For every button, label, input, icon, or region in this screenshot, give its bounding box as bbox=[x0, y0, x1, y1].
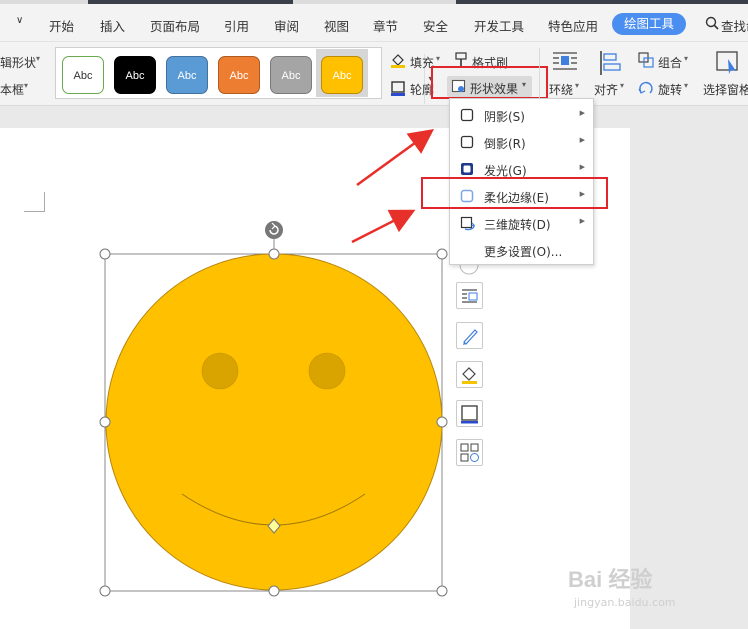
pen-icon bbox=[463, 329, 478, 345]
annotation-arrow-soft-edges bbox=[351, 209, 416, 244]
fill-bucket-icon bbox=[462, 367, 477, 384]
side-wrap-button[interactable] bbox=[456, 282, 483, 309]
submenu-arrow-icon: ▶ bbox=[579, 163, 585, 171]
reflection-square-icon bbox=[460, 135, 474, 149]
menu-item-label: 三维旋转(D) bbox=[484, 218, 551, 232]
side-fill-button[interactable] bbox=[456, 361, 483, 388]
menu-item-reflection[interactable]: 倒影(R) ▶ bbox=[450, 129, 593, 155]
rotate-handle-icon[interactable] bbox=[265, 221, 283, 239]
side-edit-button[interactable] bbox=[456, 322, 483, 349]
shadow-square-icon bbox=[460, 108, 474, 122]
outline-square-icon bbox=[461, 405, 478, 424]
side-more-button[interactable] bbox=[456, 439, 483, 466]
layout-grid-icon bbox=[460, 443, 479, 462]
canvas-overlay bbox=[99, 129, 479, 597]
glow-square-icon bbox=[461, 163, 473, 175]
resize-handle-top-right[interactable] bbox=[436, 248, 448, 260]
smiley-right-eye bbox=[308, 352, 346, 390]
baidu-watermark: Bai 经验 jingyan.baidu.com bbox=[568, 562, 728, 622]
resize-handle-bottom-left[interactable] bbox=[99, 585, 111, 597]
resize-handle-top[interactable] bbox=[268, 248, 280, 260]
resize-handle-left[interactable] bbox=[99, 416, 111, 428]
watermark-logo-text: Bai 经验 bbox=[568, 567, 653, 592]
menu-item-3d-rotation[interactable]: 三维旋转(D) ▶ bbox=[450, 210, 593, 236]
menu-item-more-settings[interactable]: 更多设置(O)... bbox=[450, 237, 593, 263]
resize-handle-top-left[interactable] bbox=[99, 248, 111, 260]
side-outline-button[interactable] bbox=[456, 400, 483, 427]
resize-handle-right[interactable] bbox=[436, 416, 448, 428]
menu-item-shadow[interactable]: 阴影(S) ▶ bbox=[450, 102, 593, 128]
smiley-face-shape[interactable] bbox=[105, 253, 443, 591]
submenu-arrow-icon: ▶ bbox=[579, 217, 585, 225]
menu-item-label: 倒影(R) bbox=[484, 137, 526, 151]
wrap-lines-icon bbox=[462, 289, 478, 303]
submenu-arrow-icon: ▶ bbox=[579, 136, 585, 144]
submenu-arrow-icon: ▶ bbox=[579, 109, 585, 117]
smiley-left-eye bbox=[201, 352, 239, 390]
menu-item-label: 阴影(S) bbox=[484, 110, 525, 124]
annotation-arrow-effects bbox=[356, 129, 435, 187]
3d-rotation-icon bbox=[460, 216, 475, 231]
menu-item-label: 更多设置(O)... bbox=[484, 245, 563, 259]
highlight-box-soft-edges bbox=[421, 177, 608, 209]
watermark-url: jingyan.baidu.com bbox=[574, 596, 676, 609]
resize-handle-bottom[interactable] bbox=[268, 585, 280, 597]
resize-handle-bottom-right[interactable] bbox=[436, 585, 448, 597]
